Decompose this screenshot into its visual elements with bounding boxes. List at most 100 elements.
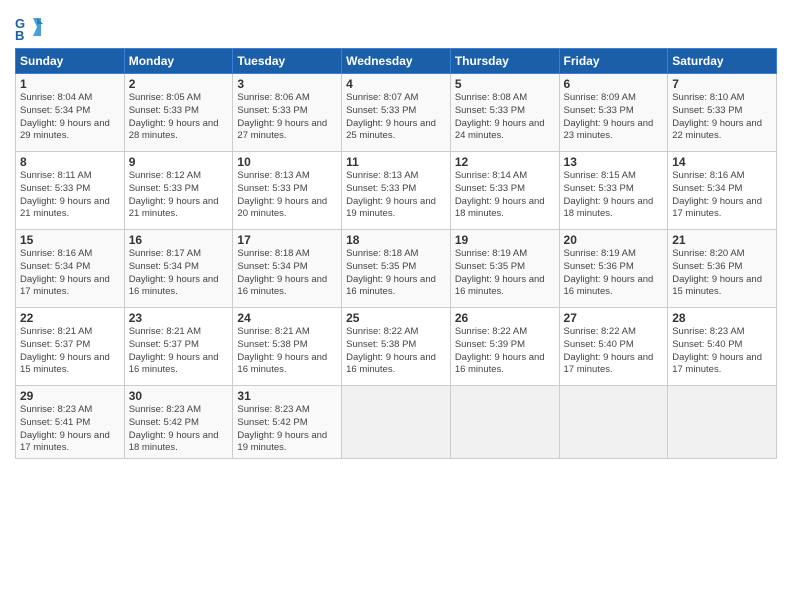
calendar-cell: 5 Sunrise: 8:08 AM Sunset: 5:33 PM Dayli… [450, 74, 559, 152]
daylight-label: Daylight: 9 hours and 16 minutes. [346, 352, 436, 376]
sunset-label: Sunset: 5:35 PM [346, 261, 416, 272]
day-detail: Sunrise: 8:17 AM Sunset: 5:34 PM Dayligh… [129, 248, 229, 299]
day-detail: Sunrise: 8:12 AM Sunset: 5:33 PM Dayligh… [129, 170, 229, 221]
weekday-header-saturday: Saturday [668, 49, 777, 74]
sunrise-label: Sunrise: 8:13 AM [237, 170, 309, 181]
sunset-label: Sunset: 5:33 PM [129, 183, 199, 194]
sunrise-label: Sunrise: 8:05 AM [129, 92, 201, 103]
sunrise-label: Sunrise: 8:22 AM [346, 326, 418, 337]
sunset-label: Sunset: 5:33 PM [564, 183, 634, 194]
daylight-label: Daylight: 9 hours and 17 minutes. [672, 352, 762, 376]
day-number: 23 [129, 311, 229, 325]
calendar-week-2: 8 Sunrise: 8:11 AM Sunset: 5:33 PM Dayli… [16, 152, 777, 230]
day-detail: Sunrise: 8:23 AM Sunset: 5:41 PM Dayligh… [20, 404, 120, 455]
day-number: 21 [672, 233, 772, 247]
day-number: 31 [237, 389, 337, 403]
daylight-label: Daylight: 9 hours and 24 minutes. [455, 118, 545, 142]
sunrise-label: Sunrise: 8:16 AM [20, 248, 92, 259]
day-number: 4 [346, 77, 446, 91]
sunset-label: Sunset: 5:42 PM [237, 417, 307, 428]
day-detail: Sunrise: 8:19 AM Sunset: 5:35 PM Dayligh… [455, 248, 555, 299]
daylight-label: Daylight: 9 hours and 16 minutes. [129, 352, 219, 376]
day-number: 9 [129, 155, 229, 169]
day-detail: Sunrise: 8:23 AM Sunset: 5:40 PM Dayligh… [672, 326, 772, 377]
day-detail: Sunrise: 8:07 AM Sunset: 5:33 PM Dayligh… [346, 92, 446, 143]
sunrise-label: Sunrise: 8:18 AM [237, 248, 309, 259]
day-detail: Sunrise: 8:21 AM Sunset: 5:37 PM Dayligh… [129, 326, 229, 377]
sunrise-label: Sunrise: 8:23 AM [237, 404, 309, 415]
daylight-label: Daylight: 9 hours and 18 minutes. [564, 196, 654, 220]
daylight-label: Daylight: 9 hours and 16 minutes. [346, 274, 436, 298]
sunrise-label: Sunrise: 8:04 AM [20, 92, 92, 103]
day-number: 5 [455, 77, 555, 91]
calendar-cell: 23 Sunrise: 8:21 AM Sunset: 5:37 PM Dayl… [124, 308, 233, 386]
header: G B [15, 10, 777, 42]
calendar-cell [342, 386, 451, 459]
day-detail: Sunrise: 8:16 AM Sunset: 5:34 PM Dayligh… [20, 248, 120, 299]
sunset-label: Sunset: 5:33 PM [455, 105, 525, 116]
day-number: 11 [346, 155, 446, 169]
sunrise-label: Sunrise: 8:17 AM [129, 248, 201, 259]
sunset-label: Sunset: 5:33 PM [237, 105, 307, 116]
calendar-cell: 1 Sunrise: 8:04 AM Sunset: 5:34 PM Dayli… [16, 74, 125, 152]
day-number: 3 [237, 77, 337, 91]
calendar-cell: 24 Sunrise: 8:21 AM Sunset: 5:38 PM Dayl… [233, 308, 342, 386]
day-number: 27 [564, 311, 664, 325]
sunrise-label: Sunrise: 8:21 AM [129, 326, 201, 337]
sunset-label: Sunset: 5:33 PM [455, 183, 525, 194]
calendar-cell: 30 Sunrise: 8:23 AM Sunset: 5:42 PM Dayl… [124, 386, 233, 459]
sunrise-label: Sunrise: 8:11 AM [20, 170, 92, 181]
calendar-week-4: 22 Sunrise: 8:21 AM Sunset: 5:37 PM Dayl… [16, 308, 777, 386]
day-number: 24 [237, 311, 337, 325]
calendar-cell: 13 Sunrise: 8:15 AM Sunset: 5:33 PM Dayl… [559, 152, 668, 230]
calendar-cell: 2 Sunrise: 8:05 AM Sunset: 5:33 PM Dayli… [124, 74, 233, 152]
sunset-label: Sunset: 5:33 PM [129, 105, 199, 116]
day-detail: Sunrise: 8:18 AM Sunset: 5:35 PM Dayligh… [346, 248, 446, 299]
sunset-label: Sunset: 5:33 PM [237, 183, 307, 194]
sunrise-label: Sunrise: 8:21 AM [237, 326, 309, 337]
daylight-label: Daylight: 9 hours and 16 minutes. [129, 274, 219, 298]
calendar-cell: 28 Sunrise: 8:23 AM Sunset: 5:40 PM Dayl… [668, 308, 777, 386]
sunset-label: Sunset: 5:36 PM [672, 261, 742, 272]
weekday-header-thursday: Thursday [450, 49, 559, 74]
sunset-label: Sunset: 5:34 PM [672, 183, 742, 194]
calendar-cell: 12 Sunrise: 8:14 AM Sunset: 5:33 PM Dayl… [450, 152, 559, 230]
day-detail: Sunrise: 8:16 AM Sunset: 5:34 PM Dayligh… [672, 170, 772, 221]
day-detail: Sunrise: 8:13 AM Sunset: 5:33 PM Dayligh… [237, 170, 337, 221]
daylight-label: Daylight: 9 hours and 28 minutes. [129, 118, 219, 142]
day-number: 17 [237, 233, 337, 247]
sunrise-label: Sunrise: 8:22 AM [455, 326, 527, 337]
calendar-cell: 17 Sunrise: 8:18 AM Sunset: 5:34 PM Dayl… [233, 230, 342, 308]
sunrise-label: Sunrise: 8:10 AM [672, 92, 744, 103]
calendar-cell: 22 Sunrise: 8:21 AM Sunset: 5:37 PM Dayl… [16, 308, 125, 386]
day-number: 16 [129, 233, 229, 247]
calendar-cell: 8 Sunrise: 8:11 AM Sunset: 5:33 PM Dayli… [16, 152, 125, 230]
day-number: 6 [564, 77, 664, 91]
calendar-cell: 10 Sunrise: 8:13 AM Sunset: 5:33 PM Dayl… [233, 152, 342, 230]
day-detail: Sunrise: 8:13 AM Sunset: 5:33 PM Dayligh… [346, 170, 446, 221]
day-number: 14 [672, 155, 772, 169]
logo: G B [15, 14, 47, 42]
sunset-label: Sunset: 5:36 PM [564, 261, 634, 272]
day-detail: Sunrise: 8:21 AM Sunset: 5:38 PM Dayligh… [237, 326, 337, 377]
sunrise-label: Sunrise: 8:20 AM [672, 248, 744, 259]
weekday-header-monday: Monday [124, 49, 233, 74]
sunrise-label: Sunrise: 8:06 AM [237, 92, 309, 103]
sunrise-label: Sunrise: 8:18 AM [346, 248, 418, 259]
daylight-label: Daylight: 9 hours and 16 minutes. [455, 352, 545, 376]
daylight-label: Daylight: 9 hours and 19 minutes. [346, 196, 436, 220]
sunrise-label: Sunrise: 8:08 AM [455, 92, 527, 103]
sunset-label: Sunset: 5:40 PM [564, 339, 634, 350]
sunrise-label: Sunrise: 8:13 AM [346, 170, 418, 181]
sunset-label: Sunset: 5:33 PM [346, 105, 416, 116]
calendar-cell: 20 Sunrise: 8:19 AM Sunset: 5:36 PM Dayl… [559, 230, 668, 308]
daylight-label: Daylight: 9 hours and 17 minutes. [564, 352, 654, 376]
day-number: 25 [346, 311, 446, 325]
day-detail: Sunrise: 8:06 AM Sunset: 5:33 PM Dayligh… [237, 92, 337, 143]
day-number: 8 [20, 155, 120, 169]
day-number: 19 [455, 233, 555, 247]
sunset-label: Sunset: 5:38 PM [346, 339, 416, 350]
day-detail: Sunrise: 8:22 AM Sunset: 5:38 PM Dayligh… [346, 326, 446, 377]
sunrise-label: Sunrise: 8:14 AM [455, 170, 527, 181]
weekday-header-row: SundayMondayTuesdayWednesdayThursdayFrid… [16, 49, 777, 74]
